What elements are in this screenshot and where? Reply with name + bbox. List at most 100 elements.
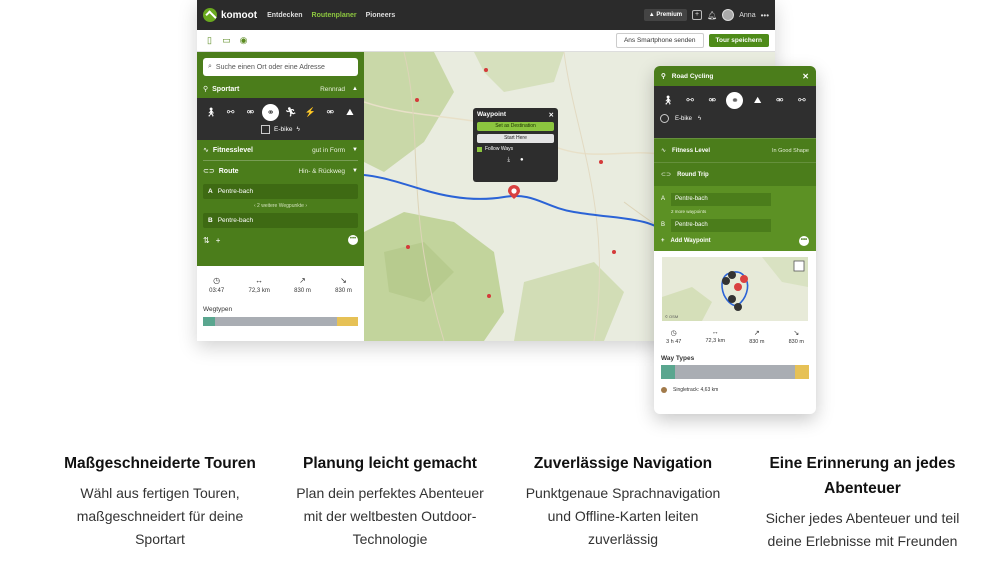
start-here-button[interactable]: Start Here <box>477 134 554 143</box>
enduro-icon[interactable]: ⚮ <box>322 107 338 118</box>
feature-easy-planning: Planung leicht gemacht Plan dein perfekt… <box>270 451 510 551</box>
plus-icon[interactable]: + <box>692 10 703 20</box>
feature-text: Wähl aus fertigen Touren, maßgeschneider… <box>40 482 280 551</box>
bell-icon[interactable]: 🔔︎ <box>707 11 717 20</box>
phone-waypoints: A Pentre-bach 2 more waypoints B Pentre-… <box>654 186 816 251</box>
mtb-icon[interactable]: ⚮ <box>704 95 720 106</box>
follow-ways-checkbox[interactable] <box>477 146 482 152</box>
chevron-down-icon: ▼ <box>352 168 358 174</box>
phone-wp-b-letter: B <box>661 222 666 228</box>
phone-route-type[interactable]: ⊂⊃ Round Trip <box>654 162 816 186</box>
premium-button[interactable]: ▲ Premium <box>643 9 688 21</box>
phone-more-waypoints[interactable]: 2 more waypoints <box>661 207 809 217</box>
komoot-logo[interactable]: komoot <box>203 8 257 22</box>
user-name[interactable]: Anna <box>739 12 755 19</box>
more-waypoints-toggle[interactable]: ‹ 2 weitere Wegpunkte › <box>197 202 364 210</box>
phone-route-map[interactable]: © OSM <box>662 257 808 321</box>
waypoint-a-field[interactable]: A Pentre-bach <box>203 184 358 199</box>
singletrack-label: Singletrack: 4,63 km <box>673 387 719 393</box>
climbing-icon[interactable]: ⛰ <box>342 107 358 118</box>
close-icon[interactable]: ✕ <box>549 111 554 119</box>
gravel-icon[interactable]: ⚮ <box>772 95 788 106</box>
phone-fitness-selector[interactable]: ∿ Fitness Level In Good Shape <box>654 138 816 162</box>
set-destination-button[interactable]: Set as Destination <box>477 122 554 131</box>
phone-duration-value: 3 h 47 <box>666 339 682 345</box>
gravel-icon[interactable]: ⚡ <box>303 107 319 118</box>
waytype-segment <box>675 365 795 379</box>
duration-stat: ◷ 03:47 <box>209 276 224 294</box>
waytype-segment <box>661 365 675 379</box>
singletrack-color-dot <box>661 387 667 393</box>
nav-link-entdecken[interactable]: Entdecken <box>267 12 302 19</box>
download-icon[interactable]: ⤓ <box>507 157 510 164</box>
phone-sport-header[interactable]: ⚲ Road Cycling ✕ <box>654 66 816 86</box>
sidebar-toggle-icon[interactable]: ▯ <box>203 34 216 47</box>
bike-touring-icon[interactable]: ⚯ <box>223 107 239 118</box>
more-options-icon[interactable]: ••• <box>799 236 809 246</box>
route-icon: ⊂⊃ <box>203 168 215 175</box>
phone-duration-stat: ◷ 3 h 47 <box>666 329 681 345</box>
ebike-checkbox[interactable] <box>261 124 271 134</box>
nav-link-pioneers[interactable]: Pioneers <box>366 12 396 19</box>
phone-round-trip: Round Trip <box>677 171 709 178</box>
waypoint-a-letter: A <box>208 188 213 195</box>
feature-text-line: zuverlässig <box>587 531 659 547</box>
reverse-icon[interactable]: ⇅ <box>203 236 210 245</box>
bike-icon: ⚲ <box>661 73 666 80</box>
ebike-radio[interactable] <box>660 114 669 123</box>
top-nav-bar: komoot Entdecken Routenplaner Pioneers ▲… <box>197 0 775 30</box>
nav-link-routenplaner[interactable]: Routenplaner <box>312 12 357 19</box>
add-waypoint-button[interactable]: + Add Waypoint ••• <box>661 236 809 246</box>
komoot-logo-icon <box>203 8 217 22</box>
layout-icon[interactable]: ▭ <box>220 34 233 47</box>
mtb-icon[interactable]: ⚮ <box>242 107 258 118</box>
phone-waypoint-b[interactable]: B Pentre-bach <box>661 217 809 233</box>
fitness-selector[interactable]: ∿ Fitnesslevel gut in Form ▼ <box>197 140 364 160</box>
road-cycling-icon[interactable]: ⚭ <box>726 91 744 109</box>
save-tour-button[interactable]: Tour speichern <box>708 34 769 47</box>
phone-waypoint-a[interactable]: A Pentre-bach <box>661 191 809 207</box>
chevron-down-icon: ▼ <box>352 147 358 153</box>
ascent-value: 830 m <box>294 288 311 294</box>
route-selector[interactable]: ⊂⊃ Route Hin- & Rückweg ▼ <box>197 161 364 181</box>
plus-icon: + <box>661 238 665 244</box>
hiking-icon[interactable]: 🚶︎ <box>660 95 676 106</box>
close-icon[interactable]: ✕ <box>802 72 809 81</box>
info-icon[interactable]: ● <box>520 157 524 164</box>
send-to-smartphone-button[interactable]: Ans Smartphone senden <box>615 33 704 48</box>
eye-icon[interactable]: ◉ <box>237 34 250 47</box>
phone-wp-b-name: Pentre-bach <box>671 218 772 232</box>
more-dots-icon[interactable]: ••• <box>761 11 769 20</box>
map-pin-icon[interactable] <box>508 185 520 199</box>
feature-text-line: Technologie <box>352 531 428 547</box>
feature-text-line: Punktgenaue Sprachnavigation <box>525 485 721 501</box>
feature-title-line: Abenteuer <box>824 480 901 497</box>
search-input[interactable]: ⌕ Suche einen Ort oder eine Adresse <box>203 58 358 76</box>
running-icon[interactable]: 🏃︎ <box>283 107 299 118</box>
hiking-icon[interactable]: 🚶︎ <box>203 107 219 118</box>
waypoint-popup-title: Waypoint <box>477 111 507 118</box>
enduro-icon[interactable]: ⚯ <box>794 95 810 106</box>
more-options-icon[interactable]: ••• <box>348 235 358 245</box>
waypoint-a-name: Pentre-bach <box>217 188 254 195</box>
sport-selector[interactable]: ⚲ Sportart Rennrad ▲ <box>197 80 364 98</box>
map-credit: © OSM <box>665 314 678 319</box>
waypoint-popup: Waypoint ✕ Set as Destination Start Here… <box>473 108 558 182</box>
ebike-toggle[interactable]: E-bike ϟ <box>203 122 358 136</box>
phone-ebike-toggle[interactable]: E-bike ϟ <box>660 114 810 123</box>
feature-memories: Eine Erinnerung an jedes Abenteuer Siche… <box>735 451 990 553</box>
more-waypoints-label: 2 weitere Wegpunkte <box>257 203 304 209</box>
waypoint-b-field[interactable]: B Pentre-bach <box>203 213 358 228</box>
add-icon[interactable]: + <box>216 236 221 245</box>
feature-title: Planung leicht gemacht <box>303 455 477 472</box>
follow-ways-toggle[interactable]: Follow Ways <box>477 146 554 152</box>
ascent-stat: ↗ 830 m <box>294 276 311 294</box>
bike-touring-icon[interactable]: ⚯ <box>682 95 698 106</box>
avatar[interactable] <box>722 9 735 21</box>
road-cycling-icon[interactable]: ⚭ <box>262 103 280 121</box>
phone-descent-stat: ↘ 830 m <box>789 329 804 345</box>
phone-sport-title: Road Cycling <box>671 72 714 80</box>
climbing-icon[interactable]: ⛰ <box>750 95 766 106</box>
clock-icon: ◷ <box>213 276 221 285</box>
sport-label: Sportart <box>212 85 240 93</box>
